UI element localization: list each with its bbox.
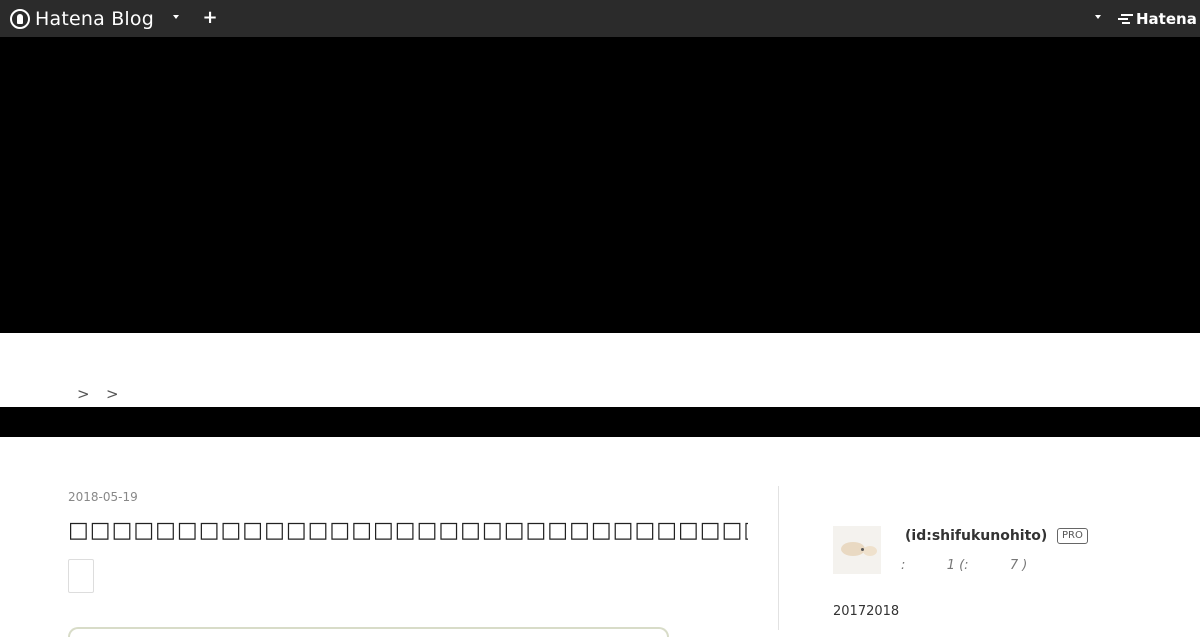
share-button[interactable] (68, 559, 94, 593)
profile-id-link[interactable]: (id:shifukunohito) (905, 528, 1047, 544)
profile-stats: : 1 (: 7 ) (901, 558, 1028, 573)
brand-name: Hatena Blog (35, 7, 154, 30)
global-header-bar: Hatena Blog + Hatena (0, 0, 1200, 37)
archive-heading[interactable]: 20172018 (833, 604, 899, 619)
avatar[interactable] (833, 526, 881, 574)
chevron-down-icon[interactable] (1095, 15, 1101, 19)
blog-header-banner[interactable] (0, 37, 1200, 333)
hatena-blog-logo-link[interactable]: Hatena Blog (10, 6, 154, 31)
article-image (68, 627, 669, 637)
breadcrumb: > > (0, 333, 1200, 407)
article-date[interactable]: 2018-05-19 (68, 490, 138, 504)
pro-badge: PRO (1057, 528, 1088, 544)
avatar-image-shape (863, 546, 877, 556)
breadcrumb-separator: > (77, 385, 90, 403)
breadcrumb-separator: > (106, 385, 119, 403)
hatena-mark-icon (1117, 13, 1133, 25)
blog-navigation-bar (0, 407, 1200, 437)
chevron-down-icon[interactable] (173, 15, 179, 19)
hatena-label: Hatena (1136, 10, 1197, 28)
hatena-account-link[interactable]: Hatena (1117, 8, 1197, 30)
column-divider (778, 486, 779, 630)
hatena-blog-icon (10, 8, 30, 29)
avatar-image-shape (861, 548, 864, 551)
article-title[interactable]: □□□□□□□□□□□□□□□□□□□□□□□□□□□□□□□□□□□□□ (68, 518, 748, 543)
new-post-button[interactable]: + (202, 7, 218, 29)
